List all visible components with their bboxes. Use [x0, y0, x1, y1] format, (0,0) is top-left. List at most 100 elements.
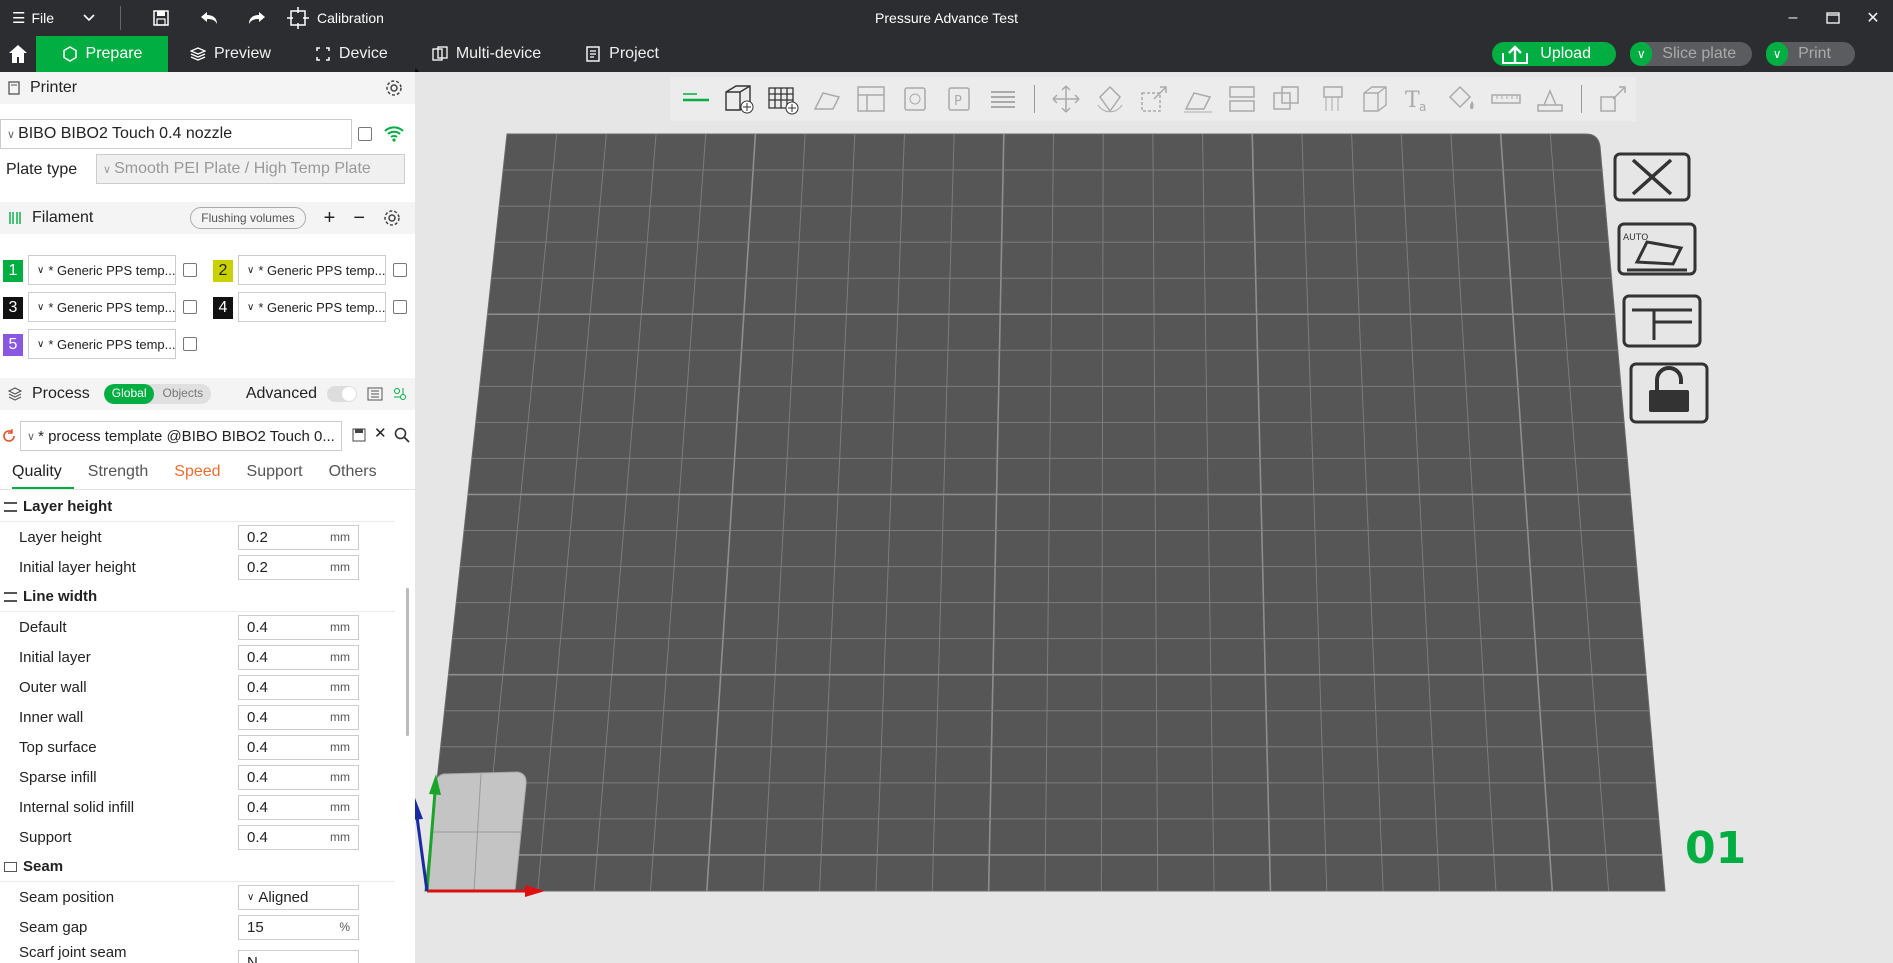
- calibration-button[interactable]: Calibration: [281, 0, 384, 36]
- auto-orient-plate-icon[interactable]: AUTO: [1615, 218, 1699, 280]
- refresh-icon[interactable]: [2, 429, 16, 443]
- search-icon[interactable]: [394, 427, 410, 443]
- setting-value: 0.4: [247, 828, 268, 846]
- setting-unit: mm: [330, 800, 350, 814]
- remove-filament-icon[interactable]: −: [353, 207, 365, 230]
- process-preset-select[interactable]: ∨ * process template @BIBO BIBO2 Touch 0…: [20, 421, 342, 451]
- scarf-joint-select[interactable]: N: [238, 950, 359, 963]
- setting-input[interactable]: 0.4 mm: [238, 674, 359, 700]
- undo-icon[interactable]: [185, 0, 233, 36]
- edit-icon[interactable]: [183, 263, 197, 277]
- tab-project[interactable]: Project: [563, 36, 681, 72]
- setting-label: Seam gap: [19, 918, 88, 936]
- edit-icon[interactable]: [393, 300, 407, 314]
- tab-preview-label: Preview: [214, 45, 271, 62]
- setting-unit: mm: [330, 620, 350, 634]
- toggle-objects[interactable]: Objects: [154, 384, 211, 404]
- group-title: Line width: [23, 588, 98, 605]
- save-icon[interactable]: [137, 0, 185, 36]
- chevron-down-icon[interactable]: [78, 0, 100, 36]
- upload-button[interactable]: Upload: [1492, 42, 1617, 66]
- filament-slot-number[interactable]: 4: [213, 297, 233, 319]
- gear-icon[interactable]: [383, 209, 401, 227]
- list-view-icon[interactable]: [367, 387, 383, 401]
- filament-select[interactable]: ∨ * Generic PPS temp...: [238, 255, 386, 285]
- upload-label: Upload: [1540, 45, 1591, 62]
- setting-input[interactable]: 0.4 mm: [238, 644, 359, 670]
- setting-input[interactable]: 0.2 mm: [238, 524, 359, 550]
- slice-plate-button[interactable]: ∨ Slice plate: [1630, 42, 1753, 66]
- tab-strength[interactable]: Strength: [88, 458, 160, 489]
- filament-slot-number[interactable]: 2: [213, 260, 233, 282]
- filament-select[interactable]: ∨ * Generic PPS temp...: [238, 292, 386, 322]
- close-preset-icon[interactable]: ✕: [374, 424, 387, 442]
- file-menu-label: File: [31, 10, 55, 26]
- toggle-global[interactable]: Global: [103, 384, 155, 404]
- chevron-down-icon[interactable]: ∨: [1630, 42, 1653, 66]
- wifi-icon[interactable]: [383, 124, 405, 142]
- seam-position-select[interactable]: ∨ Aligned: [238, 884, 359, 910]
- setting-value: 0.2: [247, 558, 268, 576]
- print-button[interactable]: ∨ Print: [1766, 42, 1855, 66]
- arrange-plate-icon[interactable]: [1620, 290, 1704, 352]
- tab-speed[interactable]: Speed: [174, 458, 232, 489]
- flushing-volumes-button[interactable]: Flushing volumes: [190, 207, 306, 229]
- maximize-icon[interactable]: [1813, 0, 1853, 36]
- setting-label: Inner wall: [19, 708, 84, 726]
- tab-prepare[interactable]: Prepare: [36, 36, 168, 72]
- setting-input[interactable]: 0.2 mm: [238, 554, 359, 580]
- setting-value: 0.4: [247, 618, 268, 636]
- printer-select[interactable]: ∨ BIBO BIBO2 Touch 0.4 nozzle: [0, 119, 352, 149]
- tab-device[interactable]: Device: [293, 36, 410, 72]
- redo-icon[interactable]: [233, 0, 281, 36]
- filament-slot-number[interactable]: 5: [3, 334, 23, 356]
- tab-support[interactable]: Support: [247, 458, 315, 489]
- filament-slot-number[interactable]: 3: [3, 297, 23, 319]
- settings-scrollbar[interactable]: [406, 588, 409, 736]
- project-icon: [586, 46, 600, 62]
- tab-preview[interactable]: Preview: [168, 36, 293, 72]
- close-icon[interactable]: ✕: [1853, 0, 1893, 36]
- tab-multi-device[interactable]: Multi-device: [410, 36, 563, 72]
- setting-input[interactable]: 0.4 mm: [238, 764, 359, 790]
- setting-row: Internal solid infill 0.4 mm: [0, 792, 400, 822]
- filament-select[interactable]: ∨ * Generic PPS temp...: [28, 329, 176, 359]
- compare-icon[interactable]: [393, 387, 407, 401]
- edit-icon[interactable]: [393, 263, 407, 277]
- filament-slot-number[interactable]: 1: [3, 260, 23, 282]
- edit-icon[interactable]: [183, 337, 197, 351]
- process-tabs: Quality Strength Speed Support Others: [0, 458, 415, 490]
- lock-plate-icon[interactable]: [1627, 362, 1711, 424]
- setting-input[interactable]: 0.4 mm: [238, 794, 359, 820]
- setting-value: 0.4: [247, 798, 268, 816]
- save-preset-icon[interactable]: [352, 428, 366, 442]
- add-filament-icon[interactable]: +: [324, 207, 336, 230]
- home-icon[interactable]: [0, 36, 36, 72]
- filament-select[interactable]: ∨ * Generic PPS temp...: [28, 292, 176, 322]
- filament-select[interactable]: ∨ * Generic PPS temp...: [28, 255, 176, 285]
- setting-input[interactable]: 0.4 mm: [238, 614, 359, 640]
- setting-input[interactable]: 15%: [238, 914, 359, 940]
- filament-section-header: Filament Flushing volumes + −: [0, 202, 415, 234]
- plate-type-select[interactable]: ∨ Smooth PEI Plate / High Temp Plate: [96, 154, 405, 184]
- tab-quality[interactable]: Quality: [12, 458, 74, 489]
- setting-input[interactable]: 0.4 mm: [238, 824, 359, 850]
- setting-input[interactable]: 0.4 mm: [238, 734, 359, 760]
- minimize-icon[interactable]: –: [1773, 0, 1813, 36]
- 3d-viewport[interactable]: P Ta AUTO 01: [415, 72, 1893, 963]
- global-objects-toggle[interactable]: Global Objects: [103, 384, 212, 404]
- advanced-toggle[interactable]: [327, 386, 357, 402]
- close-plate-icon[interactable]: [1610, 146, 1694, 208]
- filament-name: * Generic PPS temp...: [48, 299, 176, 315]
- calibration-label: Calibration: [317, 10, 384, 26]
- edit-icon[interactable]: [358, 127, 372, 141]
- chevron-down-icon: ∨: [27, 430, 36, 443]
- gear-icon[interactable]: [385, 79, 403, 97]
- setting-unit: mm: [330, 680, 350, 694]
- chevron-down-icon[interactable]: ∨: [1766, 42, 1789, 66]
- tab-others[interactable]: Others: [329, 458, 389, 489]
- file-menu-button[interactable]: ☰ File: [0, 0, 78, 36]
- setting-input[interactable]: 0.4 mm: [238, 704, 359, 730]
- edit-icon[interactable]: [183, 300, 197, 314]
- layer-height-icon: [4, 501, 17, 512]
